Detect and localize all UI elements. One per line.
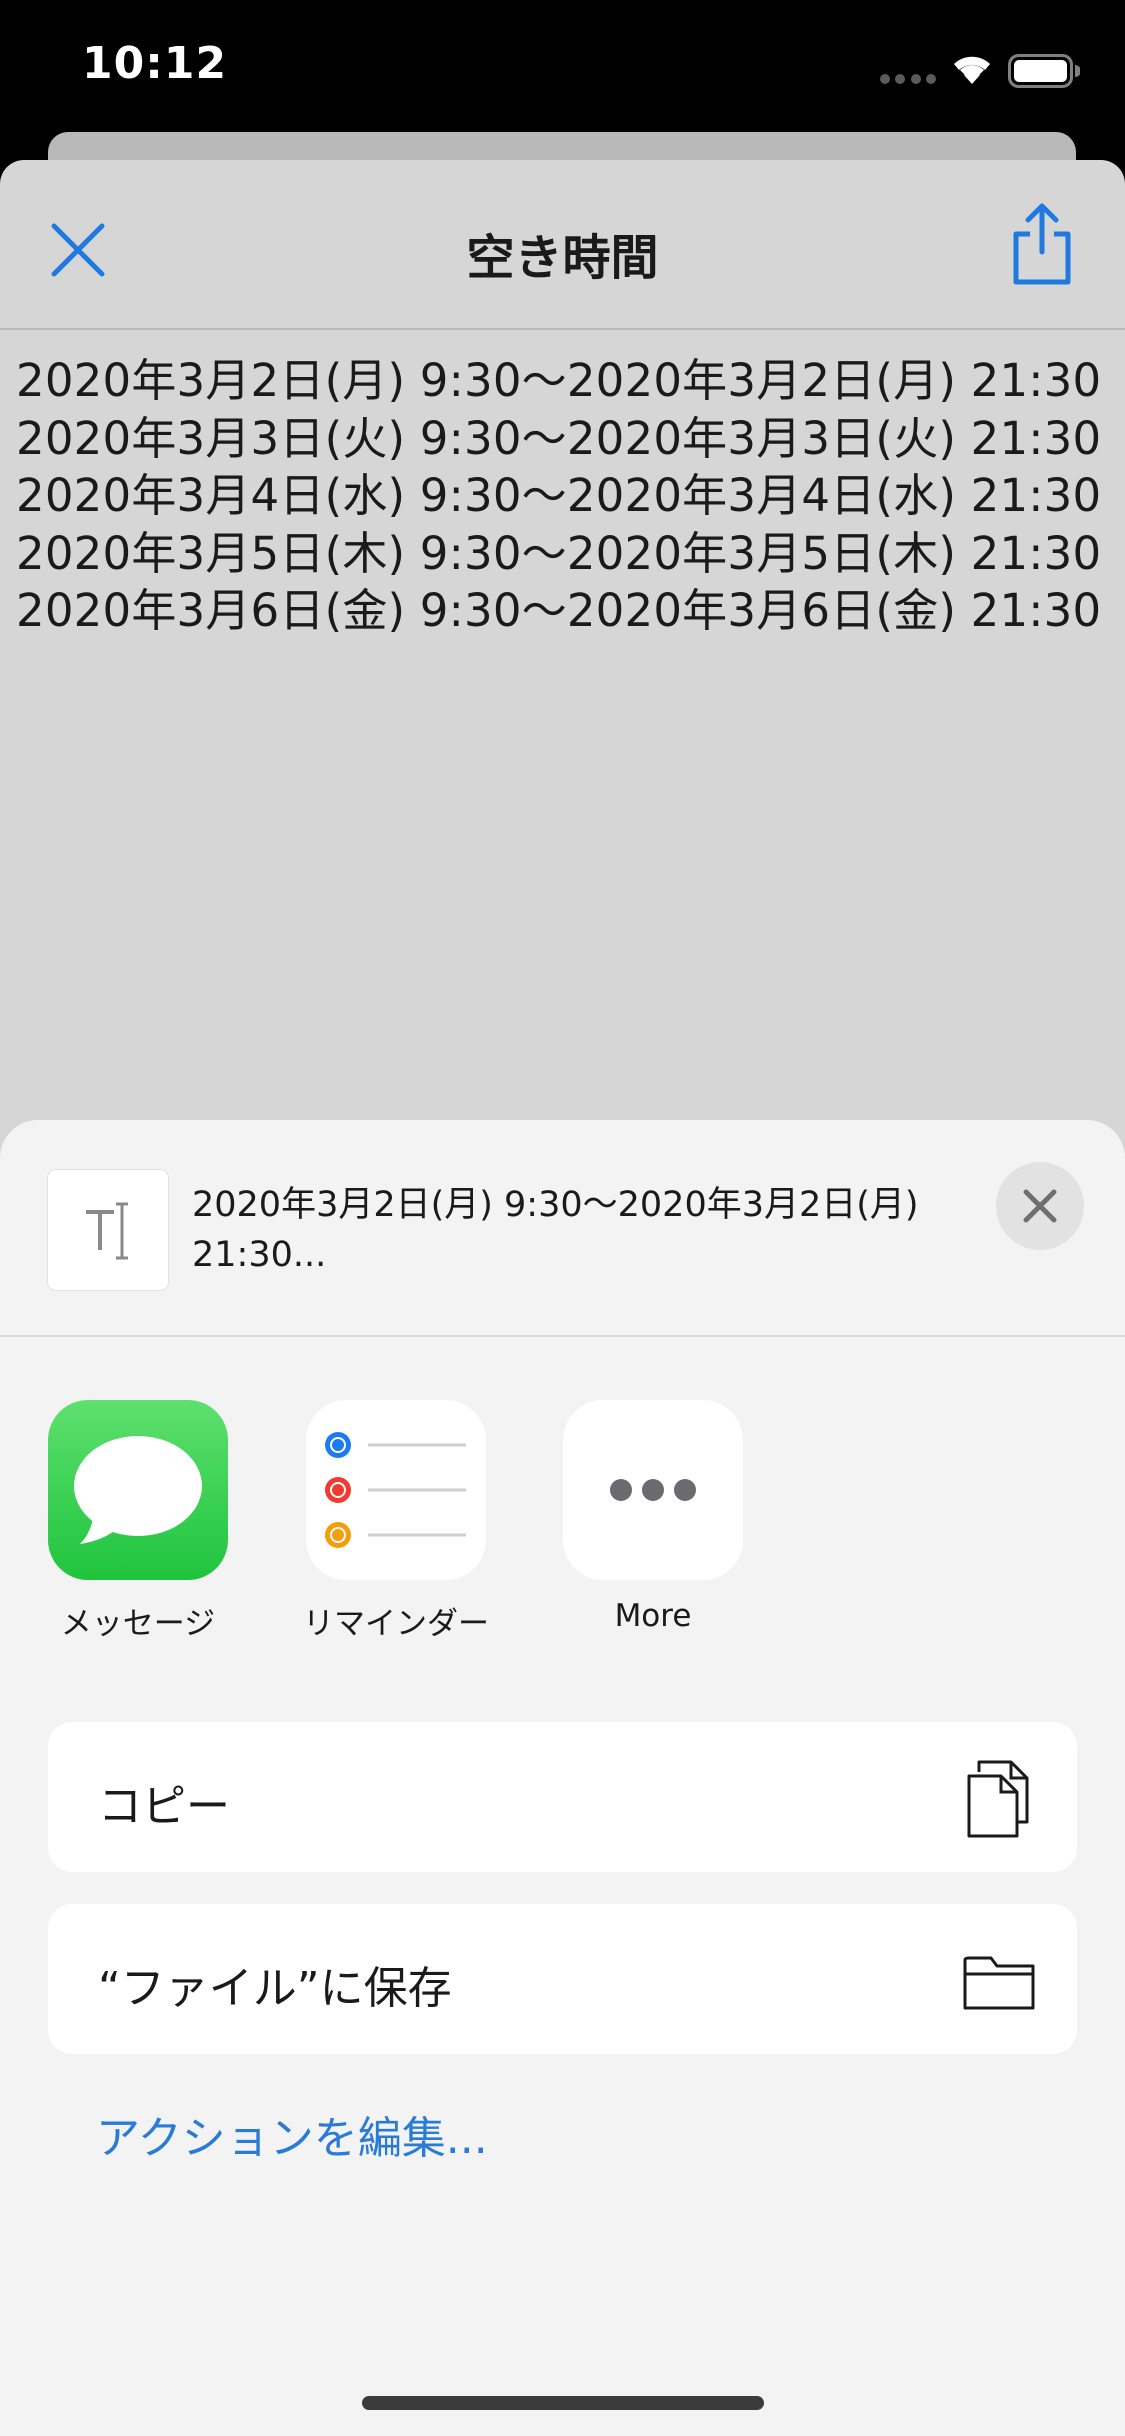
- status-time: 10:12: [82, 38, 228, 89]
- share-sheet: 2020年3月2日(月) 9:30〜2020年3月2日(月) 21:30... …: [0, 1120, 1125, 2436]
- schedule-line: 2020年3月5日(木) 9:30〜2020年3月5日(木) 21:30: [16, 526, 1102, 580]
- folder-icon: [963, 1956, 1035, 2010]
- schedule-line: 2020年3月2日(月) 9:30〜2020年3月2日(月) 21:30: [16, 354, 1102, 407]
- share-app-row: メッセージ リマインダー More: [0, 1400, 1125, 1642]
- action-label: コピー: [98, 1781, 230, 1832]
- reminders-icon: [306, 1400, 486, 1580]
- action-label: “ファイル”に保存: [98, 1963, 452, 2014]
- close-icon: [1023, 1189, 1057, 1223]
- messages-icon: [48, 1400, 228, 1580]
- battery-icon: [1008, 54, 1080, 88]
- preview-text: 2020年3月2日(月) 9:30〜2020年3月2日(月) 21:30...: [192, 1185, 919, 1275]
- status-bar: 10:12: [0, 0, 1125, 132]
- cellular-signal-icon: [880, 74, 936, 84]
- schedule-line: 2020年3月3日(火) 9:30〜2020年3月3日(火) 21:30: [16, 411, 1102, 465]
- edit-actions-link[interactable]: アクションを編集...: [96, 2102, 488, 2166]
- copy-action[interactable]: コピー: [48, 1722, 1077, 1872]
- main-sheet: 空き時間 2020年3月2日(月) 9:30〜2020年3月2日(月) 21:3…: [0, 160, 1125, 1220]
- share-app-label: More: [614, 1598, 692, 1634]
- share-icon[interactable]: [1008, 202, 1076, 286]
- page-title: 空き時間: [466, 230, 659, 286]
- navigation-bar: 空き時間: [0, 160, 1125, 330]
- share-close-button[interactable]: [996, 1162, 1084, 1250]
- share-preview: 2020年3月2日(月) 9:30〜2020年3月2日(月) 21:30...: [0, 1120, 1125, 1337]
- save-to-files-action[interactable]: “ファイル”に保存: [48, 1904, 1077, 2054]
- schedule-line: 2020年3月4日(水) 9:30〜2020年3月4日(水) 21:30: [16, 469, 1102, 522]
- text-document-icon: [48, 1170, 168, 1290]
- copy-icon: [967, 1760, 1029, 1838]
- home-indicator: [362, 2396, 764, 2410]
- schedule-line: 2020年3月6日(金) 9:30〜2020年3月6日(金) 21:30: [16, 584, 1102, 637]
- schedule-list: 2020年3月2日(月) 9:30〜2020年3月2日(月) 21:30 202…: [16, 352, 1116, 640]
- more-icon: [563, 1400, 743, 1580]
- wifi-icon: [954, 56, 990, 84]
